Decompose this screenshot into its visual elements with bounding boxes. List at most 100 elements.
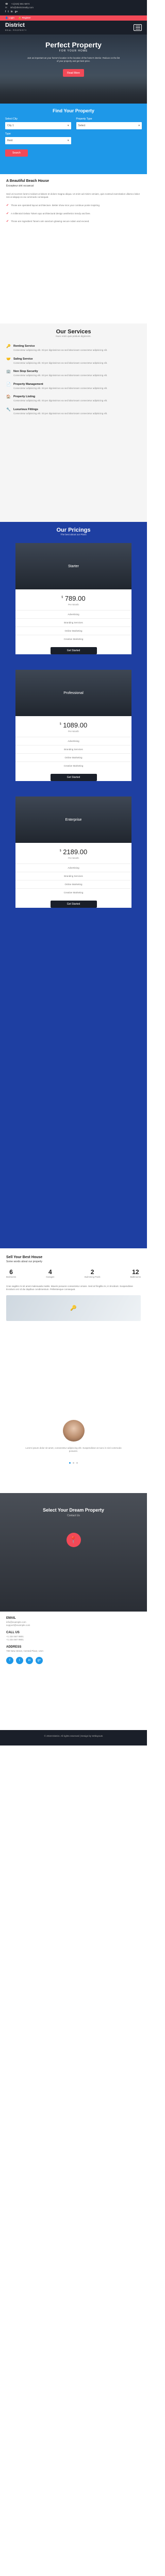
plan-feature: Creative Marketing (15, 761, 131, 770)
list-item: ✔ Those are ingredient Tanem aim sanctum … (6, 219, 90, 223)
plan-feature: Online Marketing (15, 880, 131, 888)
contact-subtitle: Contact Us (67, 1514, 80, 1517)
handshake-icon: 🤝 (6, 357, 11, 361)
check-icon: ✔ (6, 212, 9, 215)
document-icon: 📄 (6, 382, 11, 386)
service-title: Luxurious Fittings (13, 408, 38, 411)
type-label: Property Type (76, 117, 92, 121)
sell-paragraph: Cras sagittis mi sit amet malesuada matt… (6, 1285, 133, 1291)
sell-house-section: Sell Your Best House Some words about ou… (0, 1248, 147, 1405)
linkedin-icon[interactable]: in (26, 1657, 33, 1664)
read-more-button[interactable]: Read More (63, 69, 84, 77)
service-title: Non Stop Security (13, 370, 38, 374)
plan-feature: Advertising (15, 863, 131, 872)
find-title: Find Your Property (53, 108, 94, 113)
login-link[interactable]: 👤 Login (5, 16, 14, 20)
facebook-icon[interactable]: f (5, 10, 6, 13)
contact-info: EMAIL info@example.com support@example.c… (0, 1612, 147, 1730)
top-email[interactable]: info@districtrealty.com (10, 6, 34, 9)
google-plus-icon[interactable]: g+ (36, 1657, 43, 1664)
navbar: District REAL PROPERTY (0, 21, 147, 35)
menu-toggle-button[interactable] (134, 24, 142, 31)
service-title: Renting Service (13, 345, 35, 348)
services-section: Our Services Nunc enim quis pretium dign… (0, 324, 147, 522)
user-bar: 👤 Login 🔒 Register (0, 15, 147, 21)
copyright: © 2018 District. All rights reserved | D… (44, 1735, 103, 1737)
register-link[interactable]: 🔒 Register (19, 16, 31, 20)
call-values[interactable]: +1 234 567 8901 +1 234 567 8901 (6, 1635, 141, 1641)
service-item: 📄 Property Management Consectetur adipisic… (6, 383, 141, 390)
plan-feature: Online Marketing (15, 753, 131, 761)
stat-item: 4 Garages (46, 1268, 55, 1278)
sell-lead: Some words about our property (6, 1260, 43, 1263)
city-select[interactable]: City 1 ▾ (5, 122, 71, 129)
chevron-down-icon: ▾ (138, 124, 140, 127)
get-started-button[interactable]: Get Started (50, 647, 97, 654)
property-type-select[interactable]: Select ▾ (76, 122, 142, 129)
beach-lead: Excepteur sint occaecat (6, 184, 34, 188)
service-text: Consectetur adipisicing elit. Sit per di… (13, 361, 108, 364)
rent-type-select[interactable]: Rent ▾ (5, 137, 71, 144)
linkedin-icon[interactable]: in (11, 10, 13, 13)
google-plus-icon[interactable]: g+ (15, 10, 18, 13)
check-icon: ✔ (6, 204, 9, 208)
chevron-down-icon: ▾ (67, 124, 69, 127)
plan-period: Per Month (68, 730, 79, 733)
service-text: Consectetur adipisicing elit. Sit per di… (13, 374, 108, 377)
plan-feature: Branding Services (15, 745, 131, 753)
beach-paragraph: Sed ut incorrect lorem incidunt ut labor… (6, 193, 140, 199)
stat-item: 6 Bedrooms (6, 1268, 16, 1278)
plan-feature: Branding Services (15, 872, 131, 880)
pricing-title: Our Pricings (56, 527, 91, 533)
key-icon: 🔑 (70, 1305, 77, 1311)
beach-title: A Beautiful Beach House (6, 179, 49, 183)
service-text: Consectetur adipisicing elit. Sit per di… (13, 412, 108, 415)
service-text: Consectetur adipisicing elit. Sit per di… (13, 399, 108, 402)
home-icon: 🏠 (6, 395, 11, 399)
plan-name: Enterprise (15, 796, 131, 843)
stat-item: 2 Swimming Pools (84, 1268, 101, 1278)
pricing-card-enterprise: Enterprise $ 2189.00 Per Month Advertisi… (15, 796, 131, 908)
location-pin-icon: 📍 (66, 1533, 81, 1547)
service-item: 🔧 Luxurious Fittings Consectetur adipisici… (6, 408, 141, 415)
beach-house-section: A Beautiful Beach House Excepteur sint o… (0, 174, 147, 324)
contact-banner: Select Your Dream Property Contact Us 📍 (0, 1493, 147, 1612)
plan-price: $ 789.00 (61, 595, 86, 602)
pricing-card-starter: Starter $ 789.00 Per Month Advertising B… (15, 543, 131, 654)
hero-title: Perfect Property (45, 41, 102, 49)
pricing-caption: The best about our Plans (60, 533, 87, 536)
service-text: Consectetur adipisicing elit. Sit per di… (13, 386, 108, 389)
email-values[interactable]: info@example.com support@example.com (6, 1621, 141, 1627)
key-icon: 🔑 (6, 345, 11, 348)
plan-name: Professional (15, 670, 131, 716)
service-item: 🏠 Property Listing Consectetur adipisicing… (6, 395, 141, 402)
phone-icon: ☎ (5, 2, 8, 5)
twitter-icon[interactable]: t (16, 1657, 23, 1664)
plan-name: Starter (15, 543, 131, 589)
hero-subtitle: FOR YOUR HOME (59, 49, 88, 53)
get-started-button[interactable]: Get Started (50, 901, 97, 908)
mail-icon: ✉ (5, 6, 7, 9)
facebook-icon[interactable]: f (6, 1657, 13, 1664)
service-title: Property Listing (13, 395, 36, 399)
service-item: 🏢 Non Stop Security Consectetur adipisicin… (6, 370, 141, 377)
get-started-button[interactable]: Get Started (50, 774, 97, 781)
carousel-dots[interactable] (0, 1462, 147, 1464)
pricing-section: Our Pricings The best about our Plans St… (0, 522, 147, 1248)
plan-feature: Advertising (15, 737, 131, 745)
city-label: Select City (5, 117, 18, 121)
search-button[interactable]: Search (5, 149, 28, 157)
building-icon: 🏢 (6, 370, 11, 374)
list-item: ✔ A millennial Gelato Tokem apo architect… (6, 212, 91, 215)
sell-title: Sell Your Best House (6, 1256, 43, 1259)
service-title: Property Management (13, 382, 43, 386)
stat-item: 12 Bathrooms (130, 1268, 141, 1278)
plan-feature: Creative Marketing (15, 635, 131, 643)
plan-price: $ 2189.00 (59, 848, 88, 856)
logo[interactable]: District REAL PROPERTY (5, 22, 27, 33)
address-heading: ADDRESS (6, 1646, 22, 1649)
avatar (62, 1420, 85, 1442)
stats-row: 6 Bedrooms 4 Garages 2 Swimming Pools 12 Bat… (6, 1268, 141, 1279)
contact-title: Select Your Dream Property (43, 1507, 104, 1513)
services-caption: Nunc enim quis pretium dignissim. (56, 335, 91, 337)
